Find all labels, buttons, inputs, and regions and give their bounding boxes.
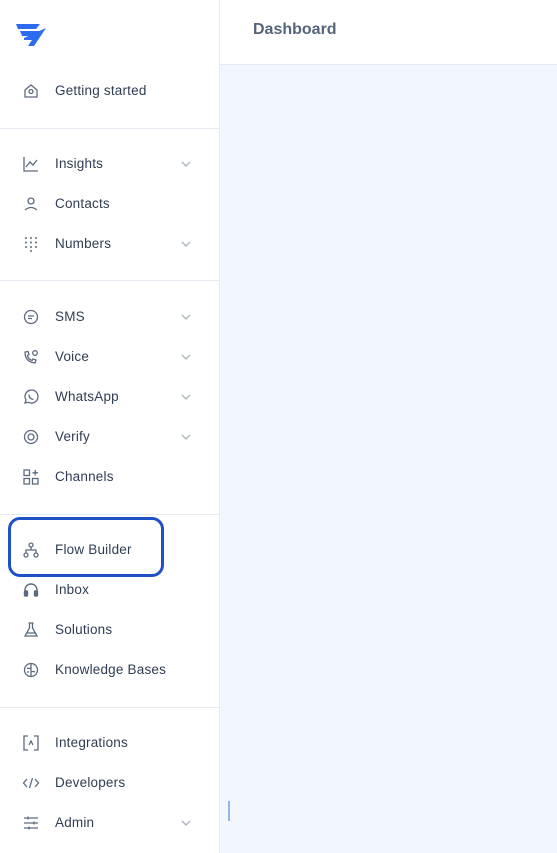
sidebar-item-label: Developers (55, 775, 126, 790)
sidebar-item-solutions[interactable]: Solutions (0, 614, 219, 646)
sidebar-item-label: Solutions (55, 622, 113, 637)
sidebar-item-integrations[interactable]: Integrations (0, 727, 219, 759)
chevron-down-icon[interactable] (179, 311, 193, 323)
verify-badge-icon (22, 428, 40, 446)
sidebar-item-channels[interactable]: Channels (0, 461, 219, 493)
chevron-down-icon[interactable] (179, 351, 193, 363)
person-icon (22, 195, 40, 213)
sidebar-item-admin[interactable]: Admin (0, 807, 219, 839)
divider (0, 128, 219, 129)
top-bar: Dashboard (220, 0, 557, 65)
chevron-down-icon[interactable] (179, 431, 193, 443)
main-content (220, 65, 557, 853)
sidebar-item-voice[interactable]: Voice (0, 341, 219, 373)
sidebar-item-label: WhatsApp (55, 389, 119, 404)
divider (0, 280, 219, 281)
sidebar-item-label: Admin (55, 815, 95, 830)
chat-bubble-icon (22, 308, 40, 326)
sidebar-item-insights[interactable]: Insights (0, 148, 219, 180)
sidebar-item-label: Inbox (55, 582, 90, 597)
home-icon (22, 82, 40, 100)
divider (0, 707, 219, 708)
sidebar-item-developers[interactable]: Developers (0, 767, 219, 799)
sidebar-item-sms[interactable]: SMS (0, 301, 219, 333)
chart-icon (22, 155, 40, 173)
sidebar-item-inbox[interactable]: Inbox (0, 574, 219, 606)
sidebar-item-label: Numbers (55, 236, 112, 251)
chevron-down-icon[interactable] (179, 158, 193, 170)
headset-icon (22, 581, 40, 599)
sidebar-item-label: SMS (55, 309, 85, 324)
sidebar-item-label: Contacts (55, 196, 110, 211)
sliders-icon (22, 814, 40, 832)
brain-icon (22, 661, 40, 679)
sidebar-item-numbers[interactable]: Numbers (0, 228, 219, 260)
chevron-down-icon[interactable] (179, 817, 193, 829)
sidebar: Getting started Insights Contacts Number… (0, 0, 220, 853)
sidebar-item-knowledge-bases[interactable]: Knowledge Bases (0, 654, 219, 686)
sidebar-item-verify[interactable]: Verify (0, 421, 219, 453)
bird-logo-icon[interactable] (14, 22, 48, 48)
sidebar-item-label: Insights (55, 156, 104, 171)
flask-icon (22, 621, 40, 639)
page-title: Dashboard (253, 21, 337, 38)
code-icon (22, 774, 40, 792)
chevron-down-icon[interactable] (179, 391, 193, 403)
sidebar-item-label: Verify (55, 429, 90, 444)
phone-icon (22, 348, 40, 366)
sidebar-item-label: Voice (55, 349, 90, 364)
sidebar-item-label: Getting started (55, 83, 147, 98)
whatsapp-icon (22, 388, 40, 406)
sidebar-item-whatsapp[interactable]: WhatsApp (0, 381, 219, 413)
divider (0, 514, 219, 515)
sidebar-item-label: Channels (55, 469, 114, 484)
chevron-down-icon[interactable] (179, 238, 193, 250)
integrations-icon (22, 734, 40, 752)
dialpad-icon (22, 235, 40, 253)
sidebar-item-getting-started[interactable]: Getting started (0, 75, 219, 107)
text-cursor (228, 801, 230, 821)
flow-builder-highlight (8, 517, 164, 577)
sidebar-item-contacts[interactable]: Contacts (0, 188, 219, 220)
sidebar-item-label: Integrations (55, 735, 128, 750)
sidebar-item-label: Knowledge Bases (55, 662, 167, 677)
channels-grid-icon (22, 468, 40, 486)
